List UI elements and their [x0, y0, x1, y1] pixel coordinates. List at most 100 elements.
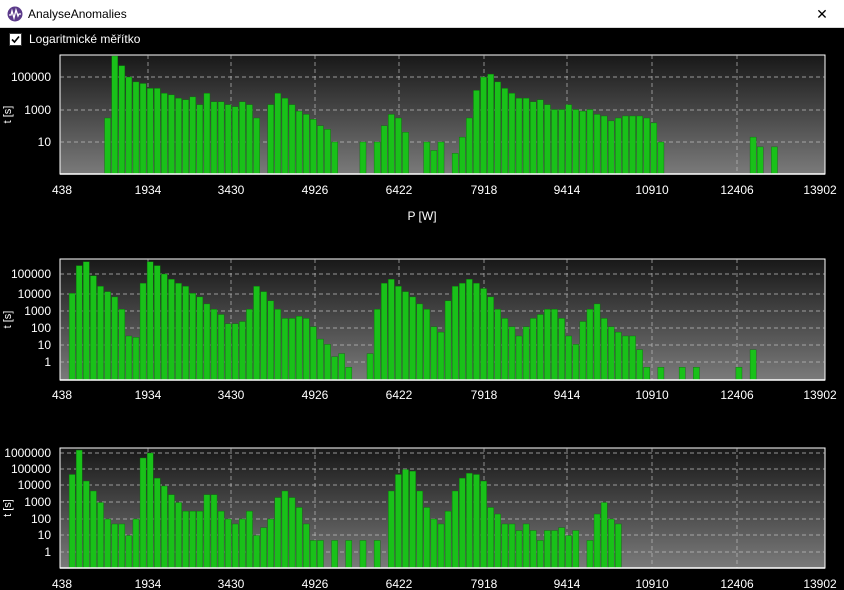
data-bar: [388, 279, 395, 381]
data-bar: [281, 490, 289, 569]
x-tick-label: 3430: [218, 388, 245, 402]
data-bar: [544, 530, 551, 569]
data-bar: [189, 96, 196, 175]
data-bar: [409, 470, 416, 569]
x-tick-label: 3430: [218, 183, 245, 197]
data-bar: [288, 318, 296, 381]
data-bar: [636, 349, 643, 381]
data-bar: [487, 73, 494, 175]
data-bar: [749, 349, 757, 381]
data-bar: [203, 93, 211, 175]
data-bar: [68, 293, 76, 381]
data-bar: [629, 115, 636, 175]
data-bar: [522, 523, 530, 569]
data-bar: [196, 104, 204, 175]
data-bar: [154, 477, 161, 569]
data-bar: [75, 265, 83, 381]
y-axis-label: t [s]: [2, 311, 14, 329]
x-tick-label: 7918: [471, 577, 498, 590]
data-bar: [125, 335, 133, 381]
data-bar: [423, 141, 431, 175]
data-bar: [366, 353, 374, 381]
data-bar: [161, 93, 168, 175]
data-bar: [175, 283, 182, 381]
data-bar: [572, 344, 580, 381]
x-tick-label: 10910: [635, 183, 669, 197]
data-bar: [451, 286, 459, 381]
data-bar: [217, 101, 225, 175]
data-bar: [749, 136, 757, 175]
data-bar: [154, 265, 161, 381]
data-bar: [544, 104, 551, 175]
data-bar: [537, 99, 544, 175]
data-bar: [459, 283, 466, 381]
data-bar: [437, 523, 445, 569]
data-bar: [104, 117, 111, 175]
y-tick-label: 10000: [18, 478, 52, 492]
data-bar: [629, 335, 636, 381]
data-bar: [104, 291, 111, 381]
data-bar: [416, 490, 423, 569]
data-bar: [125, 535, 133, 569]
data-bar: [267, 518, 275, 569]
data-bar: [246, 308, 253, 381]
data-bar: [317, 338, 324, 381]
data-bar: [388, 490, 395, 569]
data-bar: [161, 485, 168, 569]
data-bar: [253, 535, 260, 569]
data-bar: [615, 331, 622, 381]
data-bar: [579, 321, 587, 381]
title-bar: AnalyseAnomalies ✕: [0, 0, 844, 28]
data-bar: [600, 115, 608, 175]
data-bar: [508, 326, 516, 381]
data-bar: [83, 261, 90, 381]
y-tick-label: 1000: [24, 495, 51, 509]
data-bar: [501, 523, 509, 569]
data-bar: [373, 141, 381, 175]
data-bar: [494, 81, 502, 175]
data-bar: [473, 474, 480, 569]
data-bar: [182, 99, 189, 175]
data-bar: [90, 490, 97, 569]
y-tick-label: 1: [44, 355, 51, 369]
data-bar: [636, 115, 643, 175]
x-tick-label: 438: [52, 183, 72, 197]
data-bar: [657, 141, 665, 175]
data-bar: [515, 97, 523, 175]
data-bar: [643, 117, 650, 175]
data-bar: [146, 261, 154, 381]
data-bar: [551, 109, 558, 175]
data-bar: [586, 109, 594, 175]
data-bar: [146, 452, 154, 569]
y-axis-label: t [s]: [2, 499, 14, 517]
data-bar: [565, 335, 572, 381]
data-bar: [466, 279, 473, 381]
data-bar: [345, 540, 353, 569]
data-bar: [168, 94, 175, 175]
x-tick-label: 4926: [302, 388, 329, 402]
data-bar: [274, 308, 282, 381]
data-bar: [508, 93, 516, 175]
data-bar: [515, 335, 523, 381]
data-bar: [615, 523, 622, 569]
x-tick-label: 3430: [218, 577, 245, 590]
data-bar: [501, 88, 509, 175]
y-tick-label: 100: [31, 512, 51, 526]
data-bar: [373, 540, 381, 569]
close-icon: ✕: [816, 5, 828, 22]
data-bar: [260, 291, 267, 381]
data-bar: [253, 286, 260, 381]
data-bar: [182, 286, 189, 381]
data-bar: [459, 477, 466, 569]
y-tick-label: 1000000: [4, 446, 51, 460]
data-bar: [139, 283, 147, 381]
close-button[interactable]: ✕: [800, 0, 844, 28]
data-bar: [451, 490, 459, 569]
data-bar: [317, 125, 324, 175]
x-tick-label: 10910: [635, 388, 669, 402]
data-bar: [608, 326, 615, 381]
data-bar: [551, 530, 558, 569]
data-bar: [643, 367, 650, 381]
data-bar: [735, 367, 743, 381]
data-bar: [586, 308, 594, 381]
